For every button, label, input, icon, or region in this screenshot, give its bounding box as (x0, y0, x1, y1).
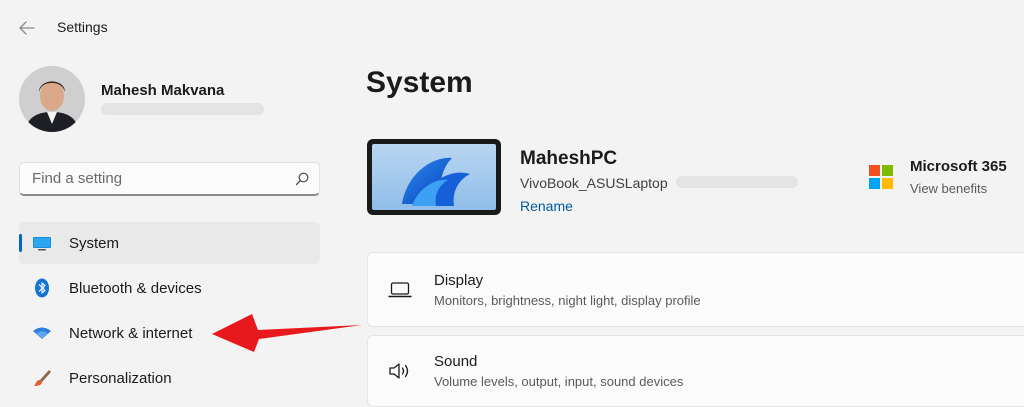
speaker-icon (388, 359, 412, 383)
rename-link[interactable]: Rename (520, 198, 573, 214)
microsoft-logo-icon[interactable] (869, 165, 893, 189)
sidebar-item-label: Personalization (69, 369, 172, 387)
sound-settings-card[interactable]: Sound Volume levels, output, input, soun… (367, 335, 1024, 407)
back-button[interactable] (14, 16, 40, 40)
sidebar-item-bluetooth[interactable]: Bluetooth & devices (19, 267, 320, 309)
device-model: VivoBook_ASUSLaptop (520, 175, 668, 191)
bluetooth-icon (31, 277, 53, 299)
monitor-icon (31, 232, 53, 254)
card-title: Display (434, 271, 484, 289)
ms365-title[interactable]: Microsoft 365 (910, 158, 1007, 175)
user-photo-icon (19, 66, 85, 132)
sidebar-item-label: Bluetooth & devices (69, 279, 202, 297)
back-arrow-icon (19, 21, 35, 35)
search-box[interactable] (19, 162, 320, 196)
sidebar-item-label: System (69, 234, 120, 252)
laptop-icon (388, 278, 412, 302)
sidebar-item-label: Network & internet (69, 324, 193, 342)
ms365-subtitle[interactable]: View benefits (910, 181, 987, 196)
sidebar-nav: System Bluetooth & devices Network & int… (19, 222, 320, 402)
search-input[interactable] (32, 170, 295, 187)
avatar[interactable] (19, 66, 85, 132)
user-name: Mahesh Makvana (101, 82, 225, 99)
brush-icon (31, 367, 53, 389)
page-title: System (366, 66, 473, 99)
app-title: Settings (57, 19, 108, 35)
wallpaper-image (372, 144, 496, 210)
sidebar-item-system[interactable]: System (19, 222, 320, 264)
card-text: Display Monitors, brightness, night ligh… (434, 272, 701, 308)
sidebar-item-network[interactable]: Network & internet (19, 312, 320, 354)
card-subtitle: Volume levels, output, input, sound devi… (434, 374, 684, 389)
wifi-icon (31, 322, 53, 344)
card-subtitle: Monitors, brightness, night light, displ… (434, 292, 701, 308)
device-name: MaheshPC (520, 148, 618, 169)
search-icon (295, 172, 309, 185)
redacted-email (101, 103, 264, 115)
device-thumbnail (367, 139, 501, 215)
display-settings-card[interactable]: Display Monitors, brightness, night ligh… (367, 252, 1024, 327)
sidebar-item-personalization[interactable]: Personalization (19, 357, 320, 399)
card-text: Sound Volume levels, output, input, soun… (434, 353, 683, 389)
redacted-model-suffix (676, 176, 798, 188)
card-title: Sound (434, 353, 478, 370)
